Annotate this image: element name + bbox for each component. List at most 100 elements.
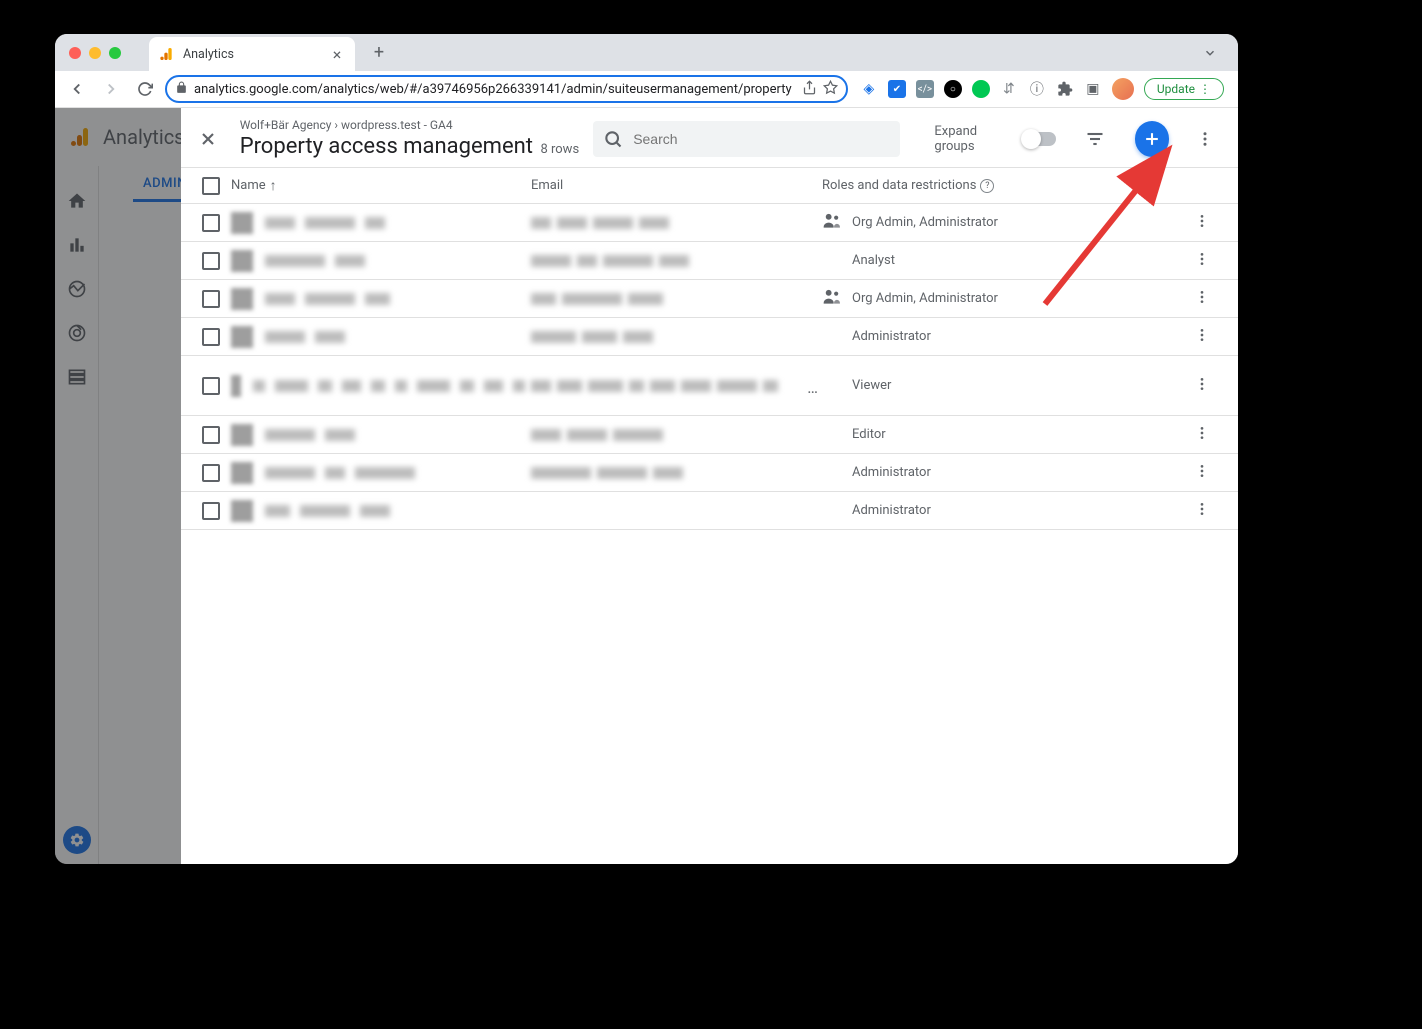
extension-icon[interactable]: ▣ xyxy=(1084,80,1102,98)
row-menu-button[interactable] xyxy=(1182,327,1222,347)
close-window-icon[interactable] xyxy=(69,47,81,59)
avatar xyxy=(231,288,253,310)
row-checkbox[interactable] xyxy=(202,464,220,482)
extension-icon[interactable]: ◈ xyxy=(860,80,878,98)
roles-cell: Org Admin, Administrator xyxy=(822,215,1182,230)
roles-cell: Administrator xyxy=(822,329,1182,344)
minimize-window-icon[interactable] xyxy=(89,47,101,59)
extension-icon[interactable]: ⇵ xyxy=(1000,80,1018,98)
row-checkbox[interactable] xyxy=(202,377,220,395)
panel-title: Property access management xyxy=(240,134,533,159)
more-icon: ⋮ xyxy=(1199,82,1211,96)
email-cell xyxy=(531,465,822,481)
search-box[interactable] xyxy=(593,121,900,157)
update-label: Update xyxy=(1157,82,1195,96)
browser-window: Analytics × + analytics.google.com/analy… xyxy=(55,34,1238,864)
name-cell xyxy=(231,250,531,272)
row-checkbox[interactable] xyxy=(202,502,220,520)
extension-icon[interactable]: </> xyxy=(916,80,934,98)
search-icon xyxy=(603,129,623,149)
bookmark-icon[interactable] xyxy=(823,80,838,99)
table-row[interactable]: Administrator xyxy=(181,318,1238,356)
address-bar[interactable]: analytics.google.com/analytics/web/#/a39… xyxy=(165,75,848,103)
row-menu-button[interactable] xyxy=(1182,425,1222,445)
row-checkbox[interactable] xyxy=(202,290,220,308)
roles-cell: Administrator xyxy=(822,465,1182,480)
reload-button[interactable] xyxy=(131,75,159,103)
avatar xyxy=(231,326,253,348)
filter-button[interactable] xyxy=(1078,121,1113,157)
table-row[interactable]: Administrator xyxy=(181,454,1238,492)
table-row[interactable]: Editor xyxy=(181,416,1238,454)
truncation-icon: … xyxy=(807,378,818,397)
row-checkbox[interactable] xyxy=(202,426,220,444)
access-management-panel: Wolf+Bär Agency › wordpress.test - GA4 P… xyxy=(181,108,1238,864)
email-cell: … xyxy=(531,378,822,394)
browser-tab[interactable]: Analytics × xyxy=(149,37,355,71)
org-admin-icon xyxy=(822,211,844,235)
column-roles[interactable]: Roles and data restrictions ? xyxy=(822,178,1182,193)
forward-button[interactable] xyxy=(97,75,125,103)
back-button[interactable] xyxy=(63,75,91,103)
table-header: Name ↑ Email Roles and data restrictions… xyxy=(181,168,1238,204)
row-checkbox[interactable] xyxy=(202,328,220,346)
tab-title: Analytics xyxy=(183,47,321,62)
extensions-menu-icon[interactable] xyxy=(1056,80,1074,98)
avatar xyxy=(231,375,241,397)
breadcrumb: Wolf+Bär Agency › wordpress.test - GA4 xyxy=(240,118,579,132)
avatar xyxy=(231,500,253,522)
row-checkbox[interactable] xyxy=(202,252,220,270)
row-menu-button[interactable] xyxy=(1182,289,1222,309)
row-menu-button[interactable] xyxy=(1182,213,1222,233)
extension-icon[interactable]: ○ xyxy=(944,80,962,98)
extension-icon[interactable] xyxy=(972,80,990,98)
select-all-checkbox[interactable] xyxy=(202,177,220,195)
close-panel-button[interactable] xyxy=(191,121,226,157)
tabs-dropdown-icon[interactable] xyxy=(1196,46,1224,60)
table-row[interactable]: Org Admin, Administrator xyxy=(181,280,1238,318)
add-user-button[interactable] xyxy=(1135,121,1170,157)
row-menu-button[interactable] xyxy=(1182,251,1222,271)
close-tab-icon[interactable]: × xyxy=(329,46,345,62)
lock-icon xyxy=(175,81,188,98)
name-cell xyxy=(231,424,531,446)
share-icon[interactable] xyxy=(802,80,817,99)
profile-avatar[interactable] xyxy=(1112,78,1134,100)
help-icon[interactable]: ? xyxy=(980,179,994,193)
expand-groups-toggle[interactable]: Expand groups xyxy=(934,124,1056,154)
sort-ascending-icon: ↑ xyxy=(270,177,277,194)
column-name[interactable]: Name ↑ xyxy=(231,177,531,194)
role-text: Administrator xyxy=(852,503,931,518)
role-text: Org Admin, Administrator xyxy=(852,215,998,230)
extension-icon[interactable]: ✔ xyxy=(888,80,906,98)
email-cell xyxy=(531,427,822,443)
maximize-window-icon[interactable] xyxy=(109,47,121,59)
email-cell xyxy=(531,329,822,345)
search-input[interactable] xyxy=(633,131,890,147)
table-row[interactable]: … Viewer xyxy=(181,356,1238,416)
table-row[interactable]: Org Admin, Administrator xyxy=(181,204,1238,242)
roles-cell: Analyst xyxy=(822,253,1182,268)
column-email[interactable]: Email xyxy=(531,178,822,193)
extension-icon[interactable]: ⓘ xyxy=(1028,80,1046,98)
role-text: Administrator xyxy=(852,329,931,344)
toggle-switch[interactable] xyxy=(1023,132,1056,146)
table-row[interactable]: Administrator xyxy=(181,492,1238,530)
more-options-button[interactable] xyxy=(1187,121,1222,157)
name-cell xyxy=(231,375,531,397)
row-menu-button[interactable] xyxy=(1182,501,1222,521)
row-menu-button[interactable] xyxy=(1182,376,1222,396)
role-text: Editor xyxy=(852,427,886,442)
name-cell xyxy=(231,288,531,310)
roles-cell: Administrator xyxy=(822,503,1182,518)
role-text: Viewer xyxy=(852,378,891,393)
new-tab-button[interactable]: + xyxy=(365,39,393,67)
row-menu-button[interactable] xyxy=(1182,463,1222,483)
role-text: Analyst xyxy=(852,253,895,268)
table-row[interactable]: Analyst xyxy=(181,242,1238,280)
panel-header: Wolf+Bär Agency › wordpress.test - GA4 P… xyxy=(181,108,1238,168)
name-cell xyxy=(231,500,531,522)
update-button[interactable]: Update ⋮ xyxy=(1144,78,1224,100)
row-checkbox[interactable] xyxy=(202,214,220,232)
name-cell xyxy=(231,212,531,234)
